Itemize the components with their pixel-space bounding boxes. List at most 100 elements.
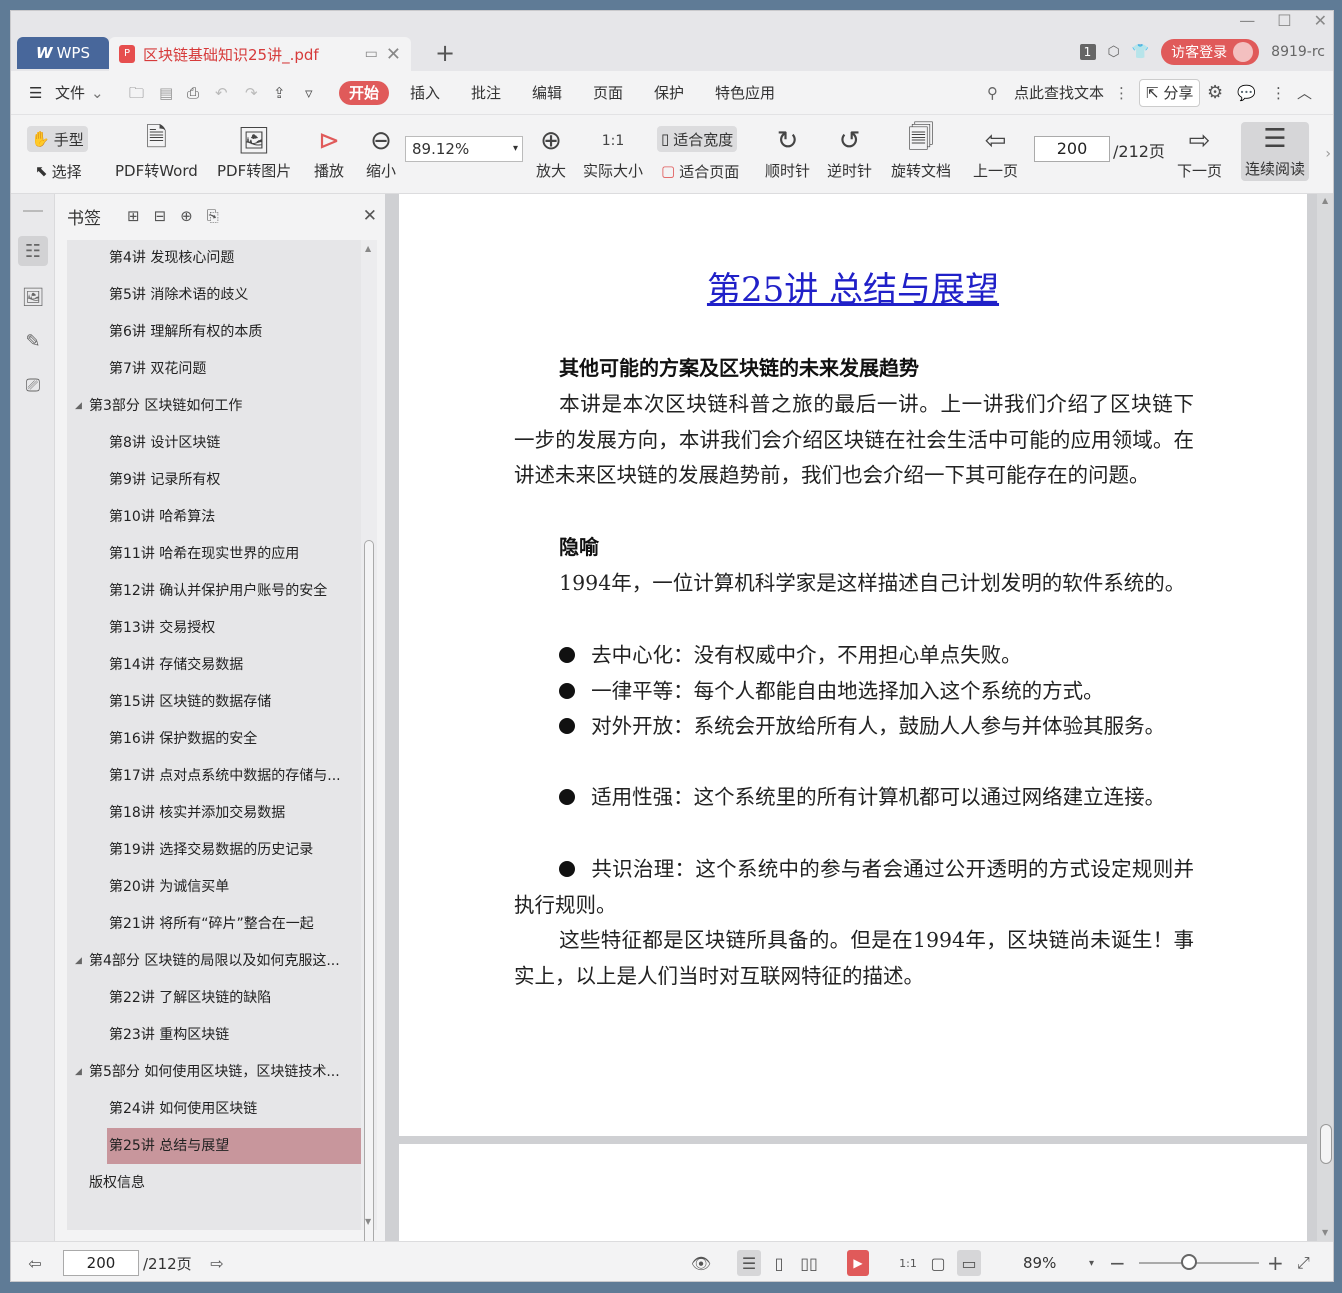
- redo-icon[interactable]: ↷: [245, 81, 258, 105]
- collapse-all-icon[interactable]: ⊟: [154, 207, 167, 225]
- prev-page-button[interactable]: ⇦ 上一页: [973, 126, 1018, 181]
- bookmark-item[interactable]: 第16讲 保护数据的安全: [67, 721, 361, 757]
- bookmark-item[interactable]: 第11讲 哈希在现实世界的应用: [67, 536, 361, 572]
- pdf-to-word-button[interactable]: 🗎 PDF转Word: [115, 123, 198, 181]
- bookmark-item[interactable]: 第18讲 核实并添加交易数据: [67, 795, 361, 831]
- wps-home-tab[interactable]: W WPS: [17, 37, 109, 69]
- zoom-slider[interactable]: [1139, 1262, 1259, 1264]
- bookmark-item[interactable]: 第15讲 区块链的数据存储: [67, 684, 361, 720]
- rotate-counterclockwise-button[interactable]: ↺ 逆时针: [827, 126, 872, 181]
- chevron-down-icon[interactable]: ▾: [1089, 1250, 1094, 1276]
- chevron-right-icon[interactable]: ›: [1325, 146, 1331, 162]
- expand-triangle-icon[interactable]: ◢: [75, 388, 82, 424]
- image-extract-icon[interactable]: ⎚: [18, 370, 48, 400]
- bookmark-item[interactable]: 第9讲 记录所有权: [67, 462, 361, 498]
- close-window-icon[interactable]: ✕: [1314, 11, 1327, 33]
- fullscreen-icon[interactable]: ⤢: [1297, 1250, 1310, 1276]
- bookmark-item[interactable]: 第5讲 消除术语的歧义: [67, 277, 361, 313]
- chevron-down-icon[interactable]: ⌄: [91, 81, 104, 105]
- zoom-out-button[interactable]: ⊖ 缩小: [363, 126, 399, 181]
- single-page-icon[interactable]: ▯: [767, 1250, 791, 1276]
- search-icon[interactable]: ⚲: [987, 81, 998, 105]
- open-folder-icon[interactable]: 🗀: [129, 81, 144, 105]
- save-icon[interactable]: ▤: [159, 81, 173, 105]
- fit-width-icon[interactable]: ▭: [957, 1250, 981, 1276]
- bookmark-group[interactable]: ◢ 第5部分 如何使用区块链，区块链技术...: [67, 1054, 361, 1090]
- bookmark-item[interactable]: 第19讲 选择交易数据的历史记录: [67, 832, 361, 868]
- bookmark-item[interactable]: 第6讲 理解所有权的本质: [67, 314, 361, 350]
- drag-handle[interactable]: [23, 210, 43, 212]
- rotate-document-button[interactable]: 🗐 旋转文档: [891, 123, 951, 181]
- rotate-clockwise-button[interactable]: ↻ 顺时针: [765, 126, 810, 181]
- guest-login-button[interactable]: 访客登录: [1161, 39, 1260, 65]
- collapse-ribbon-icon[interactable]: ︿: [1297, 81, 1312, 105]
- bookmark-scroll-thumb[interactable]: [364, 540, 374, 1250]
- zoom-input[interactable]: 89.12% ▾: [405, 136, 523, 162]
- expand-all-icon[interactable]: ⊞: [127, 207, 140, 225]
- zoom-in-icon[interactable]: +: [1267, 1250, 1284, 1276]
- new-tab-button[interactable]: +: [431, 39, 459, 67]
- bookmark-item[interactable]: 第22讲 了解区块链的缺陷: [67, 980, 361, 1016]
- document-tab[interactable]: P 区块链基础知识25讲_.pdf ▭ ✕: [109, 37, 411, 71]
- zoom-in-button[interactable]: ⊕ 放大: [533, 126, 569, 181]
- screen-icon[interactable]: ▭: [365, 46, 378, 62]
- document-scrollbar[interactable]: ▲ ▼: [1317, 194, 1333, 1241]
- page-number-input[interactable]: 200: [1034, 136, 1110, 162]
- menu-annotate[interactable]: 批注: [471, 81, 501, 105]
- bookmark-item[interactable]: 第17讲 点对点系统中数据的存储与...: [67, 758, 361, 794]
- prev-page-icon[interactable]: ⇦: [25, 1250, 45, 1276]
- bookmark-item[interactable]: 第13讲 交易授权: [67, 610, 361, 646]
- bookmark-item[interactable]: 第24讲 如何使用区块链: [67, 1091, 361, 1127]
- bookmark-item[interactable]: 第20讲 为诚信买单: [67, 869, 361, 905]
- bookmark-item[interactable]: 第8讲 设计区块链: [67, 425, 361, 461]
- menu-file[interactable]: 文件: [55, 81, 85, 105]
- actual-size-button[interactable]: 1:1 实际大小: [583, 126, 643, 181]
- bookmark-item[interactable]: 版权信息: [67, 1165, 361, 1201]
- search-text[interactable]: 点此查找文本: [1014, 81, 1104, 105]
- bookmark-list-icon[interactable]: ☷: [18, 236, 48, 266]
- actual-size-icon[interactable]: 1:1: [897, 1250, 919, 1276]
- play-icon[interactable]: ▶: [847, 1250, 869, 1276]
- bookmark-item[interactable]: 第4讲 发现核心问题: [67, 240, 361, 276]
- next-page-button[interactable]: ⇨ 下一页: [1177, 126, 1222, 181]
- bookmark-group[interactable]: ◢ 第4部分 区块链的局限以及如何克服这...: [67, 943, 361, 979]
- pdf-to-image-button[interactable]: 🖼 PDF转图片: [217, 126, 291, 181]
- bookmark-icon[interactable]: ⎘: [207, 207, 219, 225]
- next-page-icon[interactable]: ⇨: [207, 1250, 227, 1276]
- bookmark-scrollbar[interactable]: ▲ ▼: [361, 240, 377, 1250]
- status-zoom-value[interactable]: 89%: [1023, 1250, 1056, 1276]
- document-scroll-thumb[interactable]: [1320, 1124, 1332, 1164]
- add-bookmark-icon[interactable]: ⊕: [180, 207, 193, 225]
- scroll-up-icon[interactable]: ▲: [365, 244, 371, 253]
- close-tab-icon[interactable]: ✕: [386, 44, 401, 65]
- zoom-out-icon[interactable]: −: [1109, 1250, 1126, 1276]
- annotation-icon[interactable]: ✎: [18, 326, 48, 356]
- continuous-view-icon[interactable]: ☰: [737, 1250, 761, 1276]
- menu-insert[interactable]: 插入: [410, 81, 440, 105]
- print-icon[interactable]: ⎙: [187, 81, 199, 105]
- expand-triangle-icon[interactable]: ◢: [75, 1054, 82, 1090]
- close-panel-icon[interactable]: ✕: [363, 206, 377, 226]
- bookmark-item[interactable]: 第12讲 确认并保护用户账号的安全: [67, 573, 361, 609]
- zoom-slider-handle[interactable]: [1181, 1254, 1197, 1270]
- menu-start[interactable]: 开始: [339, 81, 390, 105]
- settings-icon[interactable]: ⚙: [1207, 81, 1223, 105]
- skin-icon[interactable]: ⬡: [1108, 44, 1120, 60]
- undo-icon[interactable]: ↶: [215, 81, 228, 105]
- comment-icon[interactable]: 💬: [1237, 81, 1256, 105]
- menu-protect[interactable]: 保护: [654, 81, 684, 105]
- more-icon[interactable]: ⋮: [1271, 81, 1286, 105]
- scroll-down-icon[interactable]: ▼: [1322, 1228, 1328, 1237]
- bookmark-item-selected[interactable]: 第25讲 总结与展望: [107, 1128, 361, 1164]
- play-button[interactable]: ⊳ 播放: [311, 126, 347, 181]
- shirt-icon[interactable]: 👕: [1132, 44, 1149, 60]
- fit-width-button[interactable]: ▯ 适合宽度: [657, 126, 738, 152]
- bookmark-item[interactable]: 第23讲 重构区块链: [67, 1017, 361, 1053]
- bookmark-item[interactable]: 第10讲 哈希算法: [67, 499, 361, 535]
- window-count-badge[interactable]: 1: [1079, 44, 1096, 60]
- fit-page-button[interactable]: ▢ 适合页面: [657, 158, 743, 184]
- status-page-input[interactable]: 200: [63, 1250, 139, 1276]
- fit-page-icon[interactable]: ▢: [927, 1250, 949, 1276]
- more-dropdown-icon[interactable]: ▿: [305, 81, 313, 105]
- menu-special-apps[interactable]: 特色应用: [715, 81, 775, 105]
